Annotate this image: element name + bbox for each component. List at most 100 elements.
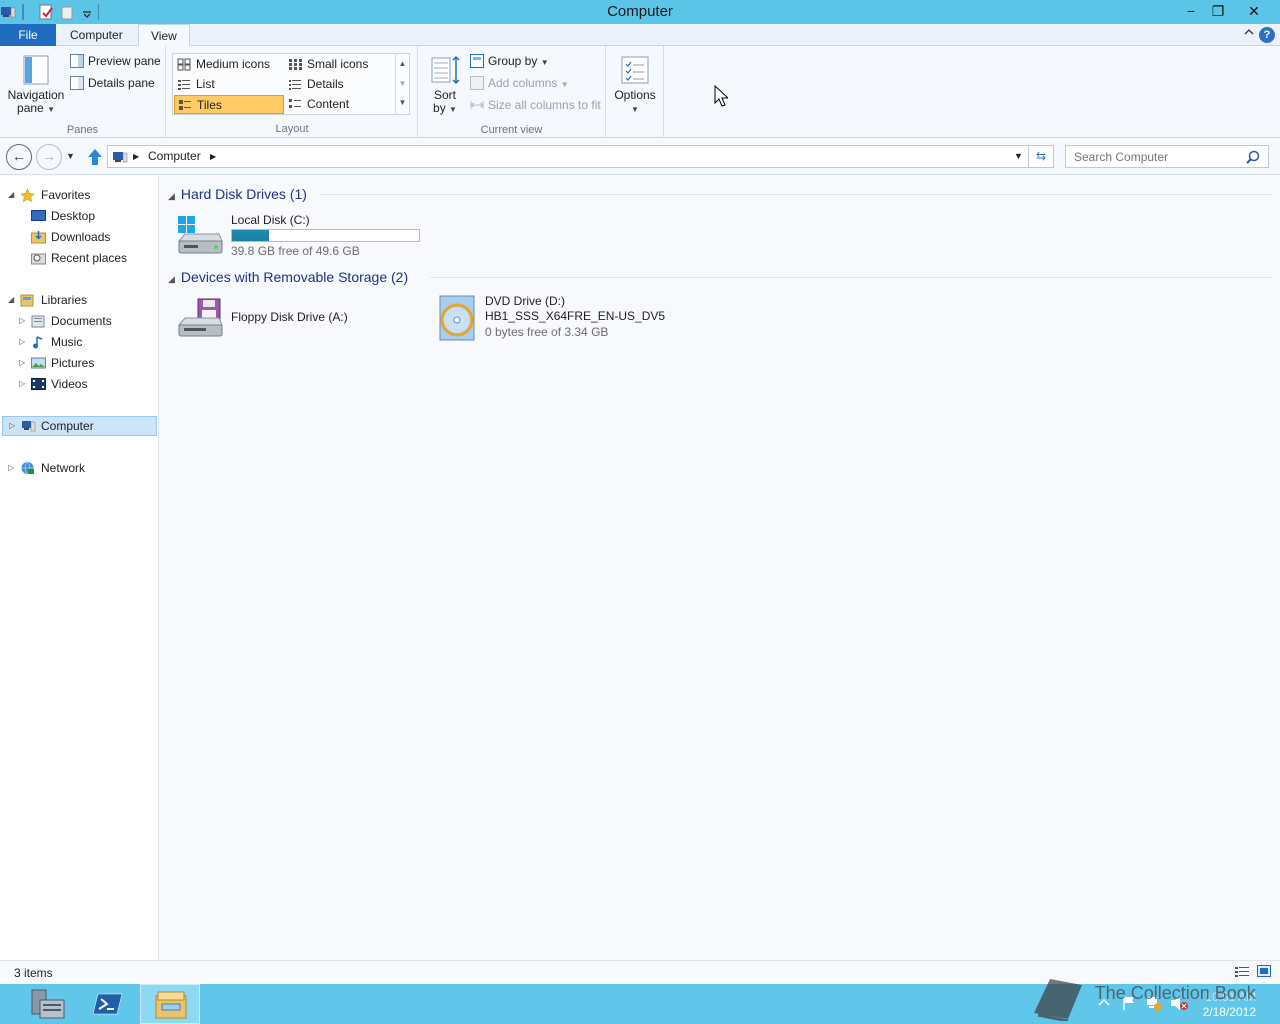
back-button[interactable]: ← <box>6 144 32 170</box>
expand-icon[interactable]: ▷ <box>19 332 29 352</box>
refresh-button[interactable]: ⇆ <box>1029 145 1054 168</box>
music-icon <box>33 336 43 349</box>
layout-medium-icons[interactable]: Medium icons <box>174 55 284 74</box>
collapse-icon[interactable]: ◢ <box>8 290 18 310</box>
expand-icon[interactable]: ▷ <box>19 353 29 373</box>
computer-icon <box>113 152 128 163</box>
collapse-group-icon[interactable]: ◢ <box>168 274 175 284</box>
downloads-icon <box>31 231 46 244</box>
layout-small-icons[interactable]: Small icons <box>285 55 395 74</box>
floppy-drive-icon <box>177 298 223 337</box>
forward-button[interactable]: → <box>36 144 62 170</box>
gallery-more-icon[interactable]: ▼ <box>396 94 409 112</box>
drive-tile-dvd-d[interactable]: DVD Drive (D:) HB1_SSS_X64FRE_EN-US_DV5 … <box>432 294 692 344</box>
documents-icon <box>31 315 45 328</box>
capacity-bar-fill <box>232 230 270 241</box>
size-all-columns-label: Size all columns to fit <box>488 98 601 112</box>
drive-free-space: 0 bytes free of 3.34 GB <box>485 325 609 339</box>
help-icon[interactable]: ? <box>1259 27 1275 43</box>
sort-by-label: Sort <box>433 88 456 102</box>
nav-pictures[interactable]: ▷ Pictures <box>0 353 158 373</box>
large-icons-view-toggle[interactable] <box>1257 965 1271 981</box>
layout-label: Tiles <box>197 98 222 112</box>
drive-name: Floppy Disk Drive (A:) <box>231 310 348 324</box>
nav-music[interactable]: ▷ Music <box>0 332 158 352</box>
nav-downloads[interactable]: Downloads <box>0 227 158 247</box>
address-bar[interactable]: ▶ Computer ▶ ▼ <box>107 145 1029 168</box>
taskbar-file-explorer[interactable] <box>140 984 200 1024</box>
drive-tile-floppy-a[interactable]: Floppy Disk Drive (A:) <box>174 294 414 342</box>
drive-tile-local-disk-c[interactable]: Local Disk (C:) 39.8 GB free of 49.6 GB <box>174 212 434 260</box>
restore-button[interactable]: ❐ <box>1204 0 1232 22</box>
up-button[interactable] <box>86 147 104 170</box>
tab-view[interactable]: View <box>138 24 190 47</box>
close-button[interactable]: ✕ <box>1240 0 1268 22</box>
content-icon <box>289 99 301 108</box>
nav-videos[interactable]: ▷ Videos <box>0 374 158 394</box>
panes-group: Navigation pane ▼ Preview pane Details pa… <box>0 46 166 138</box>
options-group: Options ▼ <box>606 46 664 138</box>
options-label: Options <box>614 88 656 102</box>
size-all-columns-button[interactable]: Size all columns to fit <box>468 95 601 115</box>
star-icon <box>20 188 35 202</box>
nav-recent-places[interactable]: Recent places <box>0 248 158 268</box>
options-button[interactable]: Options ▼ <box>612 54 658 116</box>
search-input[interactable] <box>1065 145 1269 168</box>
nav-computer[interactable]: ▷ Computer <box>2 416 157 436</box>
taskbar-server-manager[interactable] <box>18 984 78 1024</box>
recent-locations-icon[interactable]: ▼ <box>66 151 75 161</box>
nav-libraries[interactable]: ◢ Libraries <box>0 290 158 310</box>
preview-pane-button[interactable]: Preview pane <box>68 51 161 71</box>
collapse-group-icon[interactable]: ◢ <box>168 191 175 201</box>
nav-network[interactable]: ▷ Network <box>0 458 158 478</box>
recent-places-icon <box>31 253 46 265</box>
add-columns-button[interactable]: Add columns ▼ <box>468 73 569 93</box>
collapse-icon[interactable]: ◢ <box>8 185 18 205</box>
tab-file[interactable]: File <box>0 24 56 46</box>
nav-favorites[interactable]: ◢ Favorites <box>0 185 158 205</box>
breadcrumb-computer[interactable]: Computer <box>148 149 201 163</box>
nav-label: Documents <box>51 314 112 328</box>
nav-documents[interactable]: ▷ Documents <box>0 311 158 331</box>
nav-desktop[interactable]: Desktop <box>0 206 158 226</box>
layout-content[interactable]: Content <box>285 95 395 114</box>
search-icon[interactable] <box>1246 150 1260 164</box>
preview-pane-icon <box>70 54 84 68</box>
network-icon <box>21 461 34 475</box>
layout-details[interactable]: Details <box>285 75 395 94</box>
minimize-icon: − <box>1186 3 1196 19</box>
navigation-pane-button[interactable]: Navigation pane ▼ <box>6 54 66 116</box>
close-icon: ✕ <box>1248 3 1260 19</box>
tab-computer[interactable]: Computer <box>58 24 135 46</box>
up-arrow-icon <box>88 149 102 165</box>
address-dropdown-icon[interactable]: ▼ <box>1014 151 1023 161</box>
group-header-removable-storage[interactable]: ◢ Devices with Removable Storage (2) <box>168 269 408 285</box>
layout-gallery-scroll[interactable]: ▲ ▼ ▼ <box>395 54 409 114</box>
expand-icon[interactable]: ▷ <box>19 374 29 394</box>
minimize-button[interactable]: − <box>1177 0 1205 22</box>
layout-tiles[interactable]: Tiles <box>174 95 284 114</box>
taskbar-powershell[interactable] <box>78 984 138 1024</box>
scroll-down-icon[interactable]: ▼ <box>396 74 409 94</box>
sort-by-button[interactable]: Sort by ▼ <box>426 54 464 116</box>
layout-list[interactable]: List <box>174 75 284 94</box>
small-icons-icon <box>289 59 302 70</box>
breadcrumb-separator-icon[interactable]: ▶ <box>133 152 139 161</box>
group-header-hard-disk-drives[interactable]: ◢ Hard Disk Drives (1) <box>168 186 307 202</box>
collapse-ribbon-icon[interactable] <box>1244 27 1254 40</box>
group-by-icon <box>470 54 484 68</box>
scroll-up-icon[interactable]: ▲ <box>396 54 409 74</box>
add-columns-icon <box>470 76 484 90</box>
list-icon <box>178 80 190 90</box>
nav-label: Computer <box>41 419 94 433</box>
ribbon-tab-bar: File Computer View ? <box>0 24 1280 47</box>
breadcrumb-separator-icon[interactable]: ▶ <box>210 152 216 161</box>
group-by-button[interactable]: Group by ▼ <box>468 51 549 71</box>
details-pane-button[interactable]: Details pane <box>68 73 155 93</box>
expand-icon[interactable]: ▷ <box>8 458 18 478</box>
expand-icon[interactable]: ▷ <box>9 416 19 436</box>
nav-label: Downloads <box>51 230 111 244</box>
libraries-icon <box>20 294 34 307</box>
details-pane-label: Details pane <box>88 76 155 90</box>
expand-icon[interactable]: ▷ <box>19 311 29 331</box>
